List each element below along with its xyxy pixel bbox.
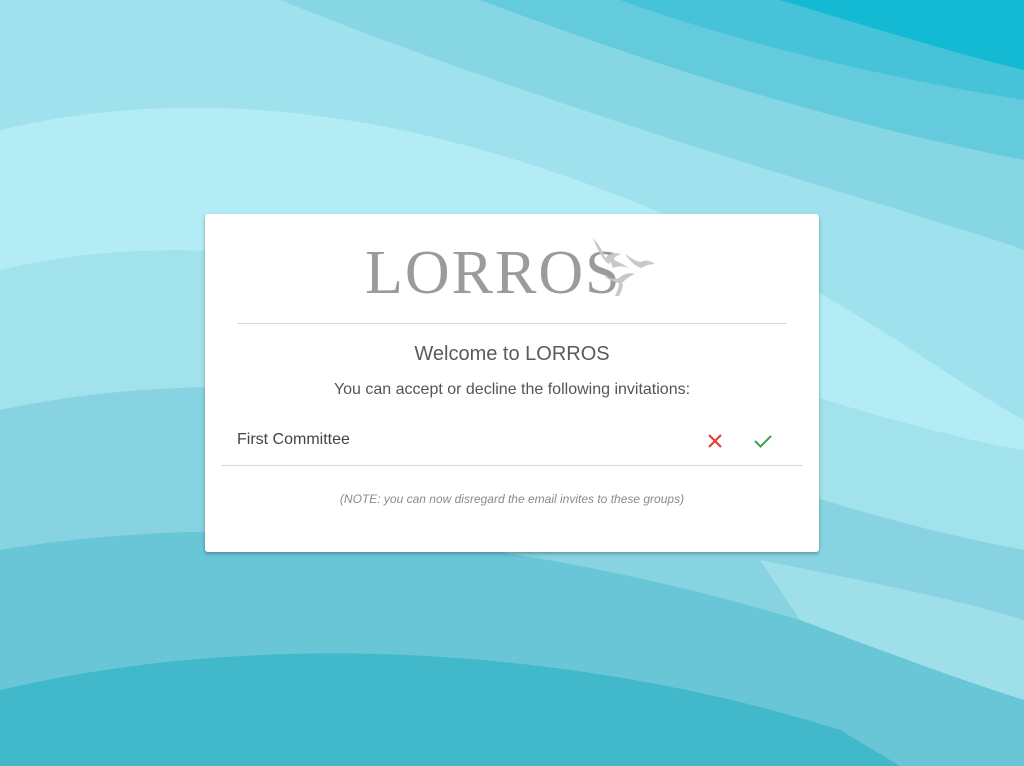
invitations-instructions: You can accept or decline the following …: [333, 381, 691, 398]
close-icon: [708, 434, 722, 448]
invitation-card: LORROS Welcome to LORROS You can accept …: [205, 214, 819, 552]
email-invites-note: (NOTE: you can now disregard the email i…: [339, 492, 685, 506]
accept-invitation-button[interactable]: [748, 426, 778, 456]
lorros-logo: LORROS: [363, 228, 663, 318]
logo-wordmark: LORROS: [365, 239, 622, 307]
check-icon: [754, 435, 772, 448]
invitation-name: First Committee: [237, 431, 350, 448]
birds-icon: [593, 238, 655, 296]
invitation-row: First Committee: [221, 418, 803, 466]
welcome-title: Welcome to LORROS: [414, 343, 610, 365]
header-divider: [237, 323, 787, 324]
decline-invitation-button[interactable]: [700, 426, 730, 456]
